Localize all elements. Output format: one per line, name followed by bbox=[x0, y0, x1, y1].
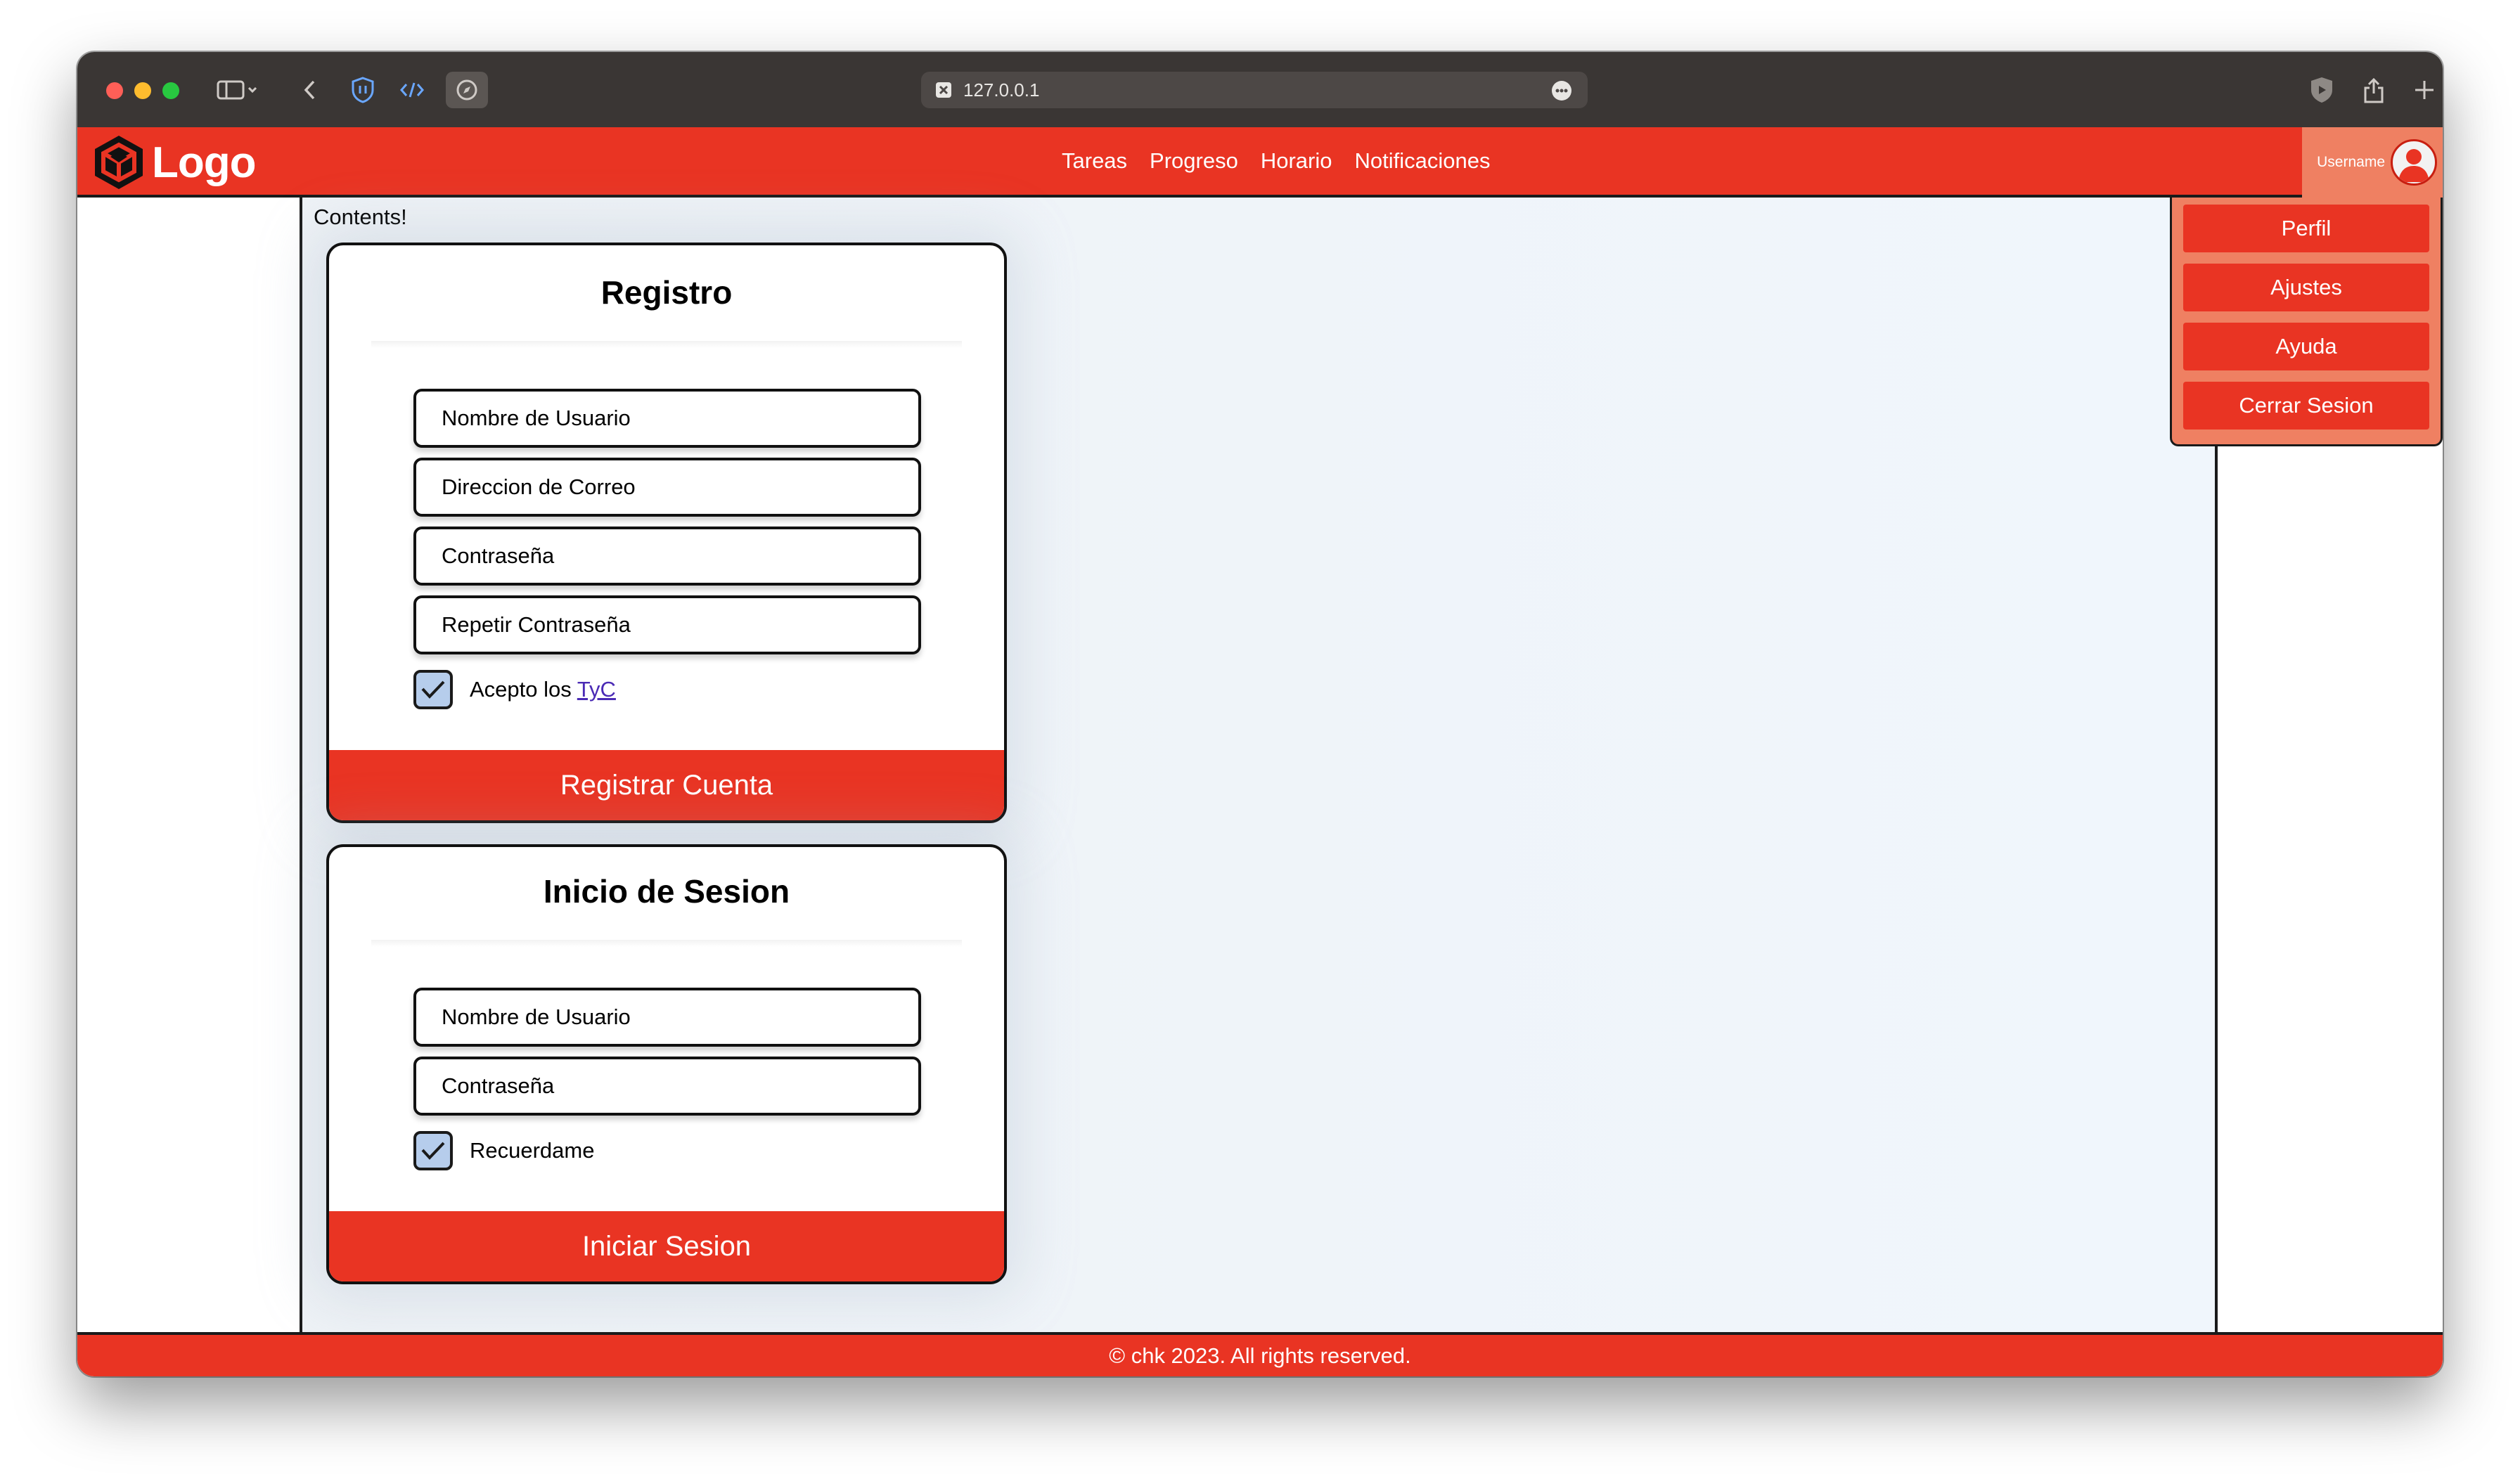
register-divider bbox=[371, 341, 962, 348]
user-avatar-icon[interactable] bbox=[2391, 139, 2437, 186]
logo-text: Logo bbox=[152, 138, 256, 187]
terms-row: Acepto los TyC bbox=[413, 670, 616, 709]
address-bar[interactable]: 127.0.0.1 bbox=[921, 72, 1588, 108]
menu-item-perfil[interactable]: Perfil bbox=[2183, 205, 2429, 252]
menu-item-ayuda[interactable]: Ayuda bbox=[2183, 323, 2429, 370]
register-password-input[interactable] bbox=[413, 527, 921, 586]
register-card: Registro Acepto los TyC Registrar Cuenta bbox=[326, 243, 1007, 823]
zoom-window-button[interactable] bbox=[162, 82, 179, 99]
login-password-input[interactable] bbox=[413, 1057, 921, 1116]
register-repeat-password-input[interactable] bbox=[413, 595, 921, 654]
login-divider bbox=[371, 940, 962, 947]
browser-window: 127.0.0.1 Logo Tareas Progreso Horario N… bbox=[77, 52, 2443, 1376]
remember-row: Recuerdame bbox=[413, 1131, 594, 1170]
remember-checkbox[interactable] bbox=[413, 1131, 453, 1170]
user-menu-trigger[interactable]: Username bbox=[2302, 127, 2443, 198]
browser-toolbar: 127.0.0.1 bbox=[77, 52, 2443, 127]
menu-item-ajustes[interactable]: Ajustes bbox=[2183, 264, 2429, 311]
code-icon[interactable] bbox=[398, 76, 426, 104]
top-navbar: Logo Tareas Progreso Horario Notificacio… bbox=[77, 127, 2443, 198]
main-nav: Tareas Progreso Horario Notificaciones bbox=[1062, 127, 1490, 195]
login-username-input[interactable] bbox=[413, 988, 921, 1047]
compass-icon[interactable] bbox=[446, 72, 488, 108]
terms-link[interactable]: TyC bbox=[577, 677, 616, 702]
share-icon[interactable] bbox=[2360, 76, 2388, 104]
username-label: Username bbox=[2317, 154, 2385, 170]
web-page: Logo Tareas Progreso Horario Notificacio… bbox=[77, 127, 2443, 1376]
privacy-shield-icon[interactable] bbox=[349, 76, 377, 104]
register-username-input[interactable] bbox=[413, 389, 921, 448]
site-favicon-icon bbox=[936, 82, 951, 98]
nav-link-notificaciones[interactable]: Notificaciones bbox=[1355, 148, 1491, 174]
nav-link-tareas[interactable]: Tareas bbox=[1062, 148, 1127, 174]
page-footer: © chk 2023. All rights reserved. bbox=[77, 1332, 2443, 1376]
more-options-icon[interactable] bbox=[1551, 80, 1572, 101]
minimize-window-button[interactable] bbox=[134, 82, 151, 99]
terms-prefix-text: Acepto los bbox=[470, 677, 577, 702]
extension-shield-icon[interactable] bbox=[2306, 76, 2337, 104]
register-email-input[interactable] bbox=[413, 458, 921, 517]
login-button[interactable]: Iniciar Sesion bbox=[329, 1211, 1004, 1281]
main-content: Contents! Registro Acepto los TyC bbox=[300, 198, 2218, 1332]
login-title: Inicio de Sesion bbox=[543, 873, 790, 910]
menu-item-cerrar-sesion[interactable]: Cerrar Sesion bbox=[2183, 382, 2429, 430]
terms-label: Acepto los TyC bbox=[470, 677, 616, 702]
nav-link-horario[interactable]: Horario bbox=[1261, 148, 1332, 174]
nav-link-progreso[interactable]: Progreso bbox=[1150, 148, 1238, 174]
login-card: Inicio de Sesion Recuerdame Iniciar Sesi… bbox=[326, 844, 1007, 1284]
register-button[interactable]: Registrar Cuenta bbox=[329, 750, 1004, 820]
checkmark-icon bbox=[421, 680, 445, 699]
url-text: 127.0.0.1 bbox=[963, 79, 1040, 101]
sidebar-toggle-icon[interactable] bbox=[215, 76, 260, 104]
contents-label: Contents! bbox=[314, 205, 407, 229]
terms-checkbox[interactable] bbox=[413, 670, 453, 709]
close-window-button[interactable] bbox=[106, 82, 123, 99]
remember-label: Recuerdame bbox=[470, 1138, 595, 1163]
user-dropdown-menu: Perfil Ajustes Ayuda Cerrar Sesion bbox=[2170, 198, 2443, 446]
site-logo[interactable]: Logo bbox=[91, 133, 256, 192]
hexagon-cube-logo-icon bbox=[95, 136, 143, 189]
checkmark-icon bbox=[421, 1142, 445, 1160]
back-icon[interactable] bbox=[300, 76, 321, 104]
new-tab-icon[interactable] bbox=[2412, 76, 2437, 104]
register-title: Registro bbox=[600, 274, 733, 311]
